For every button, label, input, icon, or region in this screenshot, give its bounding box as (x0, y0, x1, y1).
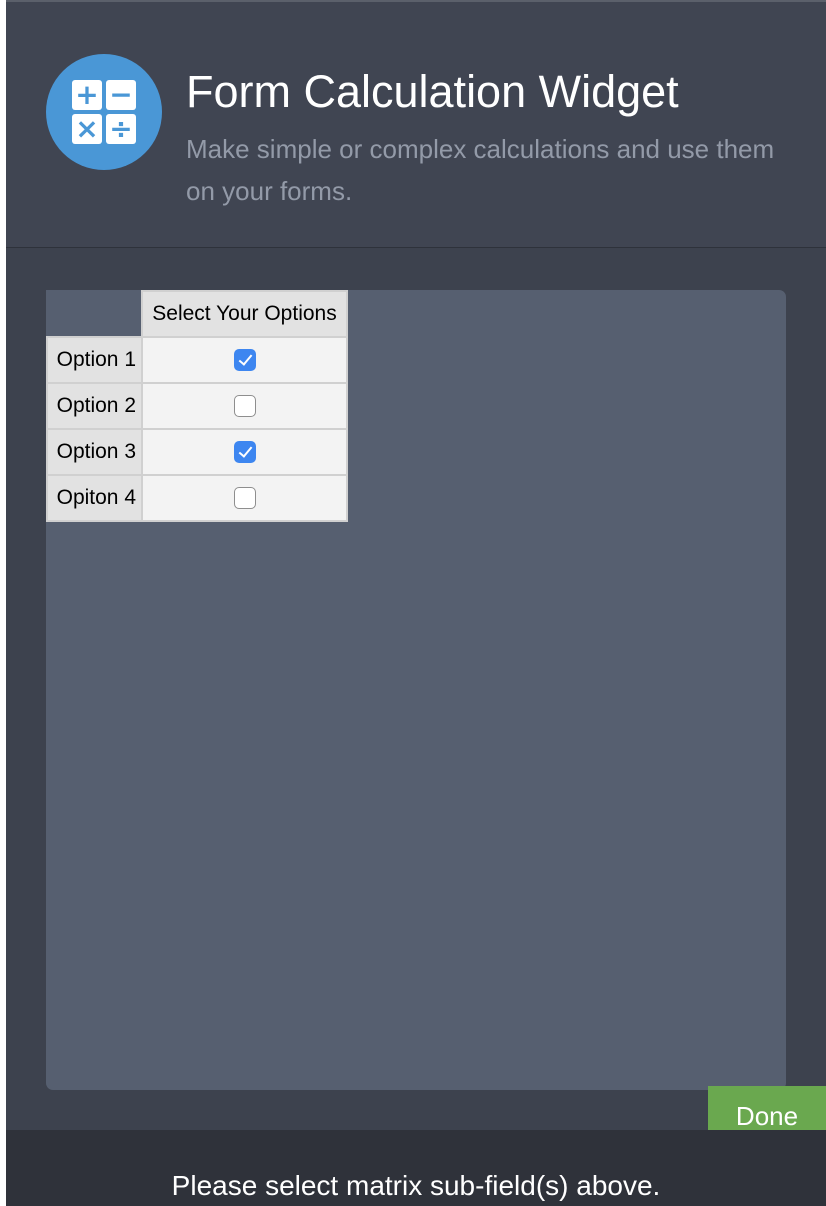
widget-panel: + − × ÷ Form Calculation Widget Make sim… (6, 0, 826, 1206)
preview-area: Select Your Options Option 1 Option 2 Op… (46, 290, 786, 1090)
row-label: Option 2 (46, 382, 143, 430)
option-2-checkbox[interactable] (233, 395, 256, 418)
matrix-cell (141, 336, 348, 384)
divide-icon: ÷ (106, 114, 136, 144)
matrix-row: Opiton 4 (46, 474, 348, 522)
footer-bar: Please select matrix sub-field(s) above. (6, 1130, 826, 1206)
row-label: Option 3 (46, 428, 143, 476)
matrix-row: Option 2 (46, 382, 348, 430)
matrix-row: Option 1 (46, 336, 348, 384)
matrix-header-row: Select Your Options (46, 290, 348, 338)
matrix-cell (141, 474, 348, 522)
option-1-checkbox[interactable] (233, 349, 256, 372)
minus-icon: − (106, 80, 136, 110)
matrix-cell (141, 382, 348, 430)
option-3-checkbox[interactable] (233, 441, 256, 464)
calculator-symbols: + − × ÷ (72, 80, 136, 144)
options-matrix: Select Your Options Option 1 Option 2 Op… (46, 290, 348, 522)
matrix-column-header: Select Your Options (141, 290, 348, 338)
footer-message: Please select matrix sub-field(s) above. (171, 1170, 661, 1201)
row-label: Opiton 4 (46, 474, 143, 522)
plus-icon: + (72, 80, 102, 110)
page: + − × ÷ Form Calculation Widget Make sim… (0, 0, 826, 1206)
option-4-checkbox[interactable] (233, 487, 256, 510)
widget-header: + − × ÷ Form Calculation Widget Make sim… (6, 0, 826, 248)
multiply-icon: × (72, 114, 102, 144)
calculator-icon: + − × ÷ (46, 54, 162, 170)
row-label: Option 1 (46, 336, 143, 384)
matrix-row: Option 3 (46, 428, 348, 476)
matrix-cell (141, 428, 348, 476)
widget-subtitle: Make simple or complex calculations and … (186, 134, 775, 206)
matrix-corner-cell (46, 290, 143, 338)
widget-title: Form Calculation Widget (186, 66, 679, 117)
